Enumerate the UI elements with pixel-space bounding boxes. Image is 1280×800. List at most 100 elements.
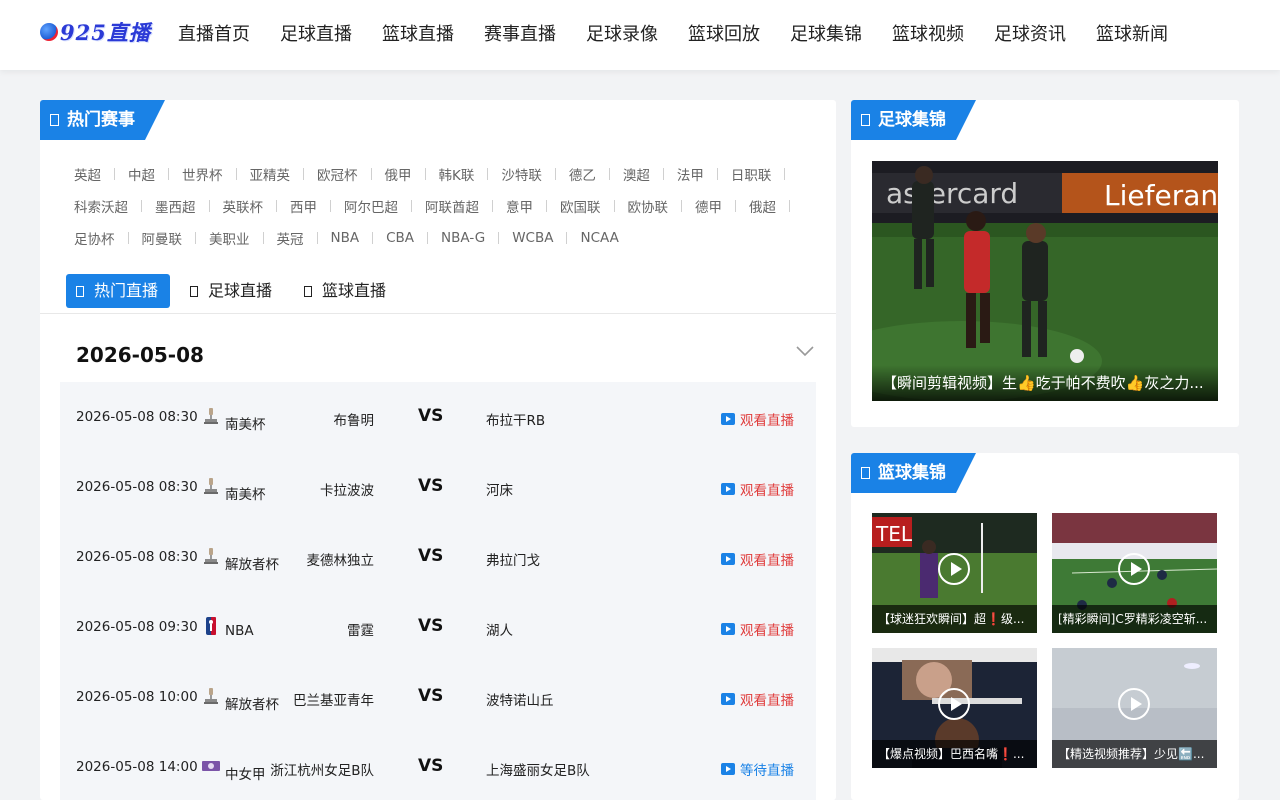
watch-live-button[interactable]: 等待直播 [721,759,794,779]
match-league[interactable]: 南美杯 [225,483,266,503]
basketball-icon [40,23,58,41]
site-logo[interactable]: 925直播 [40,17,151,47]
match-league[interactable]: 解放者杯 [225,553,279,573]
tag-separator [303,168,304,180]
trophy-icon [204,408,218,424]
match-row[interactable]: 2026-05-08 08:30 南美杯 卡拉波波 VS 河床 观看直播 [60,452,816,522]
nav-item[interactable]: 足球资讯 [994,20,1066,50]
league-tag[interactable]: 欧冠杯 [317,164,358,184]
league-tag[interactable]: 澳超 [623,164,650,184]
match-row[interactable]: 2026-05-08 09:30 NBA 雷霆 VS 湖人 观看直播 [60,592,816,662]
video-thumb[interactable]: [精彩瞬间]C罗精彩凌空斩... [1052,513,1217,633]
away-team: 波特诺山丘 [486,693,554,709]
nav-item[interactable]: 篮球回放 [688,20,760,50]
tag-separator [546,200,547,212]
box-icon [50,114,59,126]
league-tag[interactable]: 日职联 [731,164,772,184]
league-tag[interactable]: 英超 [74,164,101,184]
league-tag[interactable]: 墨西超 [155,196,196,216]
league-tag[interactable]: 英联杯 [223,196,264,216]
tag-separator [372,232,374,244]
tab-0[interactable]: 热门直播 [66,274,171,308]
nav-item[interactable]: 篮球直播 [382,20,454,50]
tab-2[interactable]: 篮球直播 [294,274,398,308]
league-tag[interactable]: 俄超 [749,196,776,216]
league-tag[interactable]: 欧协联 [628,196,669,216]
match-row[interactable]: 2026-05-08 08:30 解放者杯 麦德林独立 VS 弗拉门戈 观看直播 [60,522,816,592]
league-tag[interactable]: 俄甲 [385,164,412,184]
nav-item[interactable]: 赛事直播 [484,20,556,50]
video-thumb[interactable]: 【爆点视频】巴西名嘴❗️... [872,648,1037,768]
match-league[interactable]: NBA [225,623,254,639]
nav-item[interactable]: 篮球视频 [892,20,964,50]
chevron-down-icon[interactable] [796,342,814,360]
tag-separator [411,200,412,212]
video-thumb[interactable]: 【精选视频推荐】少见🔚... [1052,648,1217,768]
watch-live-button[interactable]: 观看直播 [721,689,794,709]
league-tag[interactable]: 世界杯 [182,164,223,184]
play-icon [721,623,735,635]
match-league[interactable]: 解放者杯 [225,693,279,713]
tag-separator [168,168,169,180]
basketball-highlights-panel: 篮球集锦 TEL 【球迷狂欢瞬间】超❗级... [精彩瞬间]C罗精彩凌空斩... [851,453,1239,800]
vs-label: VS [418,546,444,566]
league-tag[interactable]: 英冠 [277,228,304,248]
match-time: 2026-05-08 08:30 [76,479,198,495]
tag-separator [276,200,277,212]
league-tag[interactable]: 韩K联 [439,164,475,184]
hero-video[interactable]: astercard Lieferan 【瞬间剪辑视频】生👍吃于帕不费吹👍灰之力.… [872,161,1218,401]
league-tag[interactable]: WCBA [512,230,553,246]
match-list: 2026-05-08 08:30 南美杯 布鲁明 VS 布拉干RB 观看直播 2026-05… [60,382,816,800]
league-tag[interactable]: 意甲 [506,196,533,216]
watch-live-label: 等待直播 [740,763,794,779]
vs-label: VS [418,686,444,706]
tag-separator [554,168,556,180]
match-row[interactable]: 2026-05-08 14:00 中女甲 浙江杭州女足B队 VS 上海盛丽女足B队 等待直… [60,732,816,800]
match-league[interactable]: 南美杯 [225,413,266,433]
league-tag[interactable]: 沙特联 [501,164,542,184]
vs-label: VS [418,476,444,496]
vs-label: VS [418,406,444,426]
tab-label: 热门直播 [94,281,159,300]
tabs-divider [40,313,836,314]
away-team: 布拉干RB [486,413,546,429]
league-tag[interactable]: 西甲 [290,196,317,216]
watch-live-button[interactable]: 观看直播 [721,549,794,569]
match-row[interactable]: 2026-05-08 10:00 解放者杯 巴兰基亚青年 VS 波特诺山丘 观看直播 [60,662,816,732]
league-tag[interactable]: 阿联酋超 [425,196,479,216]
league-tag[interactable]: 中超 [128,164,155,184]
league-tag[interactable]: NBA [331,230,360,246]
league-tag[interactable]: 亚精英 [250,164,291,184]
tab-1[interactable]: 足球直播 [180,274,284,308]
nav-item[interactable]: 足球集锦 [790,20,862,50]
watch-live-button[interactable]: 观看直播 [721,409,794,429]
home-team: 浙江杭州女足B队 [270,763,374,779]
league-tag[interactable]: 足协杯 [74,228,115,248]
nav-item[interactable]: 足球录像 [586,20,658,50]
match-time: 2026-05-08 10:00 [76,689,198,705]
league-tag[interactable]: NCAA [580,230,618,246]
svg-text:TEL: TEL [875,522,913,546]
league-tag[interactable]: 阿曼联 [142,228,183,248]
watch-live-button[interactable]: 观看直播 [721,479,794,499]
video-thumb[interactable]: TEL 【球迷狂欢瞬间】超❗级... [872,513,1037,633]
match-league[interactable]: 中女甲 [225,763,266,783]
league-tag[interactable]: CBA [386,230,414,246]
away-team: 上海盛丽女足B队 [486,763,590,779]
league-tag[interactable]: 德乙 [569,164,596,184]
league-tag[interactable]: 美职业 [209,228,250,248]
tag-separator [330,200,331,212]
svg-text:Lieferan: Lieferan [1104,179,1218,212]
match-row[interactable]: 2026-05-08 08:30 南美杯 布鲁明 VS 布拉干RB 观看直播 [60,382,816,452]
nav-item[interactable]: 直播首页 [178,20,250,50]
league-tag[interactable]: 欧国联 [560,196,601,216]
league-tag[interactable]: 科索沃超 [74,196,128,216]
league-tag[interactable]: NBA-G [441,230,485,246]
nav-item[interactable]: 篮球新闻 [1096,20,1168,50]
league-tag[interactable]: 德甲 [695,196,722,216]
league-tag[interactable]: 阿尔巴超 [344,196,398,216]
box-icon [861,114,870,126]
nav-item[interactable]: 足球直播 [280,20,352,50]
league-tag[interactable]: 法甲 [677,164,704,184]
watch-live-button[interactable]: 观看直播 [721,619,794,639]
